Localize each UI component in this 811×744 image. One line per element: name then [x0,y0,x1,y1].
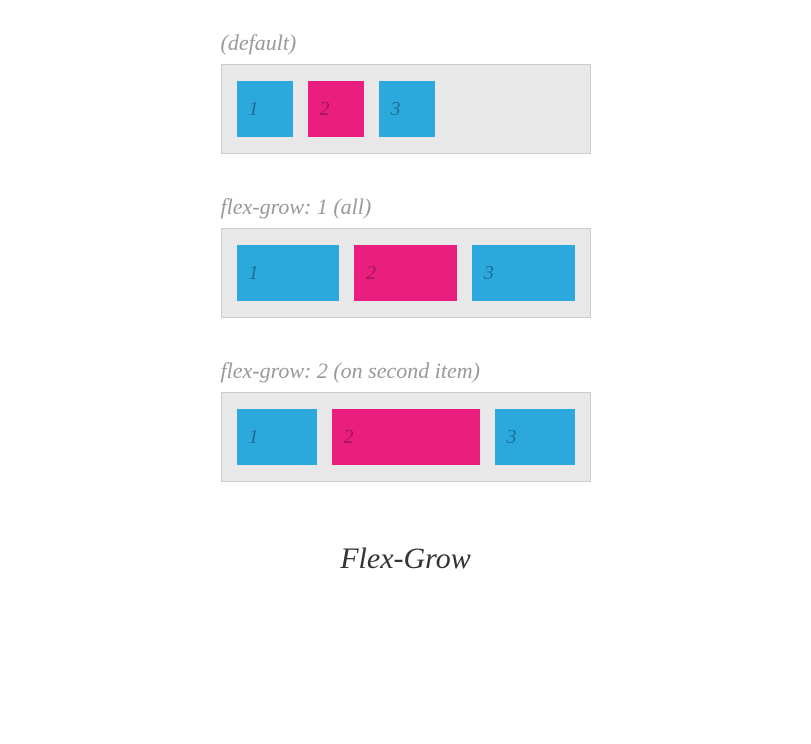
flex-item-3: 3 [472,245,575,301]
diagram-title: Flex-Grow [340,542,471,576]
flex-item-1: 1 [237,81,293,137]
example-grow-second: flex-grow: 2 (on second item) 1 2 3 [221,358,591,482]
flex-container-default: 1 2 3 [221,64,591,154]
flex-container-grow-second: 1 2 3 [221,392,591,482]
flex-item-2: 2 [308,81,364,137]
flex-item-1: 1 [237,245,340,301]
example-default: (default) 1 2 3 [221,30,591,154]
example-label: flex-grow: 1 (all) [221,194,591,220]
flex-item-2: 2 [354,245,457,301]
flex-item-2: 2 [332,409,480,465]
example-grow-all: flex-grow: 1 (all) 1 2 3 [221,194,591,318]
example-label: flex-grow: 2 (on second item) [221,358,591,384]
flex-container-grow-all: 1 2 3 [221,228,591,318]
flex-item-3: 3 [495,409,575,465]
example-label: (default) [221,30,591,56]
flex-item-1: 1 [237,409,317,465]
flex-grow-diagram: (default) 1 2 3 flex-grow: 1 (all) 1 2 3… [0,0,811,576]
flex-item-3: 3 [379,81,435,137]
